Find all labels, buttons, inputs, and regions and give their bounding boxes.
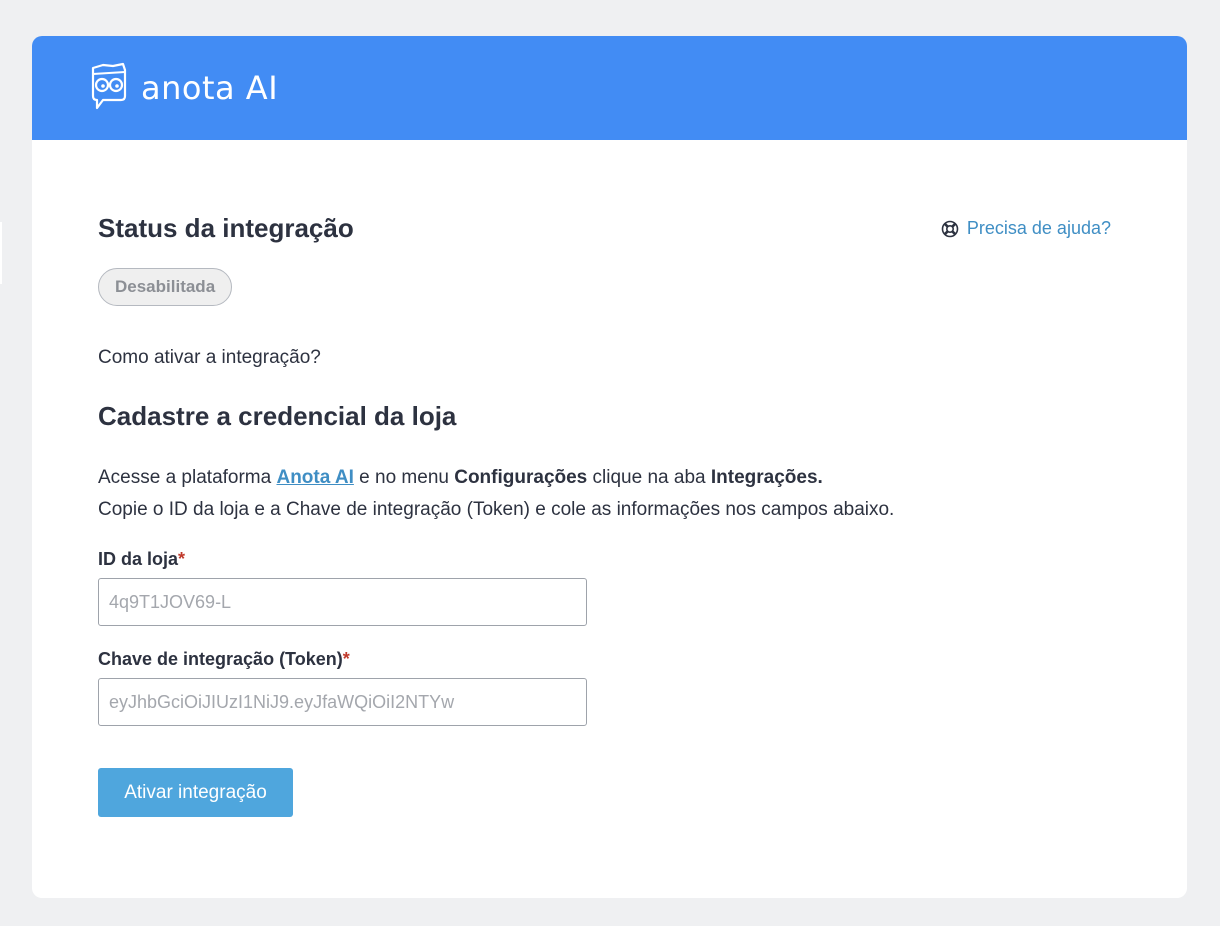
token-label: Chave de integração (Token)* bbox=[98, 649, 350, 669]
store-id-group: ID da loja* bbox=[98, 548, 1187, 626]
token-label-text: Chave de integração (Token) bbox=[98, 649, 343, 669]
anota-ai-link[interactable]: Anota AI bbox=[276, 467, 353, 488]
brand-logo: anota AI bbox=[87, 62, 278, 114]
store-id-label-text: ID da loja bbox=[98, 549, 179, 569]
instr-config: Configurações bbox=[454, 467, 588, 488]
main-content: Status da integração Precisa de ajuda? D… bbox=[32, 140, 1187, 817]
store-id-input[interactable] bbox=[98, 578, 587, 626]
instr-mid1: e no menu bbox=[353, 467, 455, 488]
status-badge: Desabilitada bbox=[98, 268, 233, 306]
required-mark: * bbox=[178, 549, 186, 569]
credential-subtitle: Cadastre a credencial da loja bbox=[98, 401, 457, 431]
help-link-label[interactable]: Precisa de ajuda? bbox=[967, 218, 1111, 239]
instr-mid2: clique na aba bbox=[587, 467, 711, 488]
how-to-activate-text: Como ativar a integração? bbox=[98, 347, 321, 368]
integration-card: anota AI Status da integração Precisa de… bbox=[32, 36, 1187, 898]
token-group: Chave de integração (Token)* bbox=[98, 648, 1187, 726]
store-id-label: ID da loja* bbox=[98, 549, 185, 569]
brand-name: anota AI bbox=[141, 69, 279, 107]
instructions-line-1: Acesse a plataforma Anota AI e no menu C… bbox=[98, 462, 1187, 494]
token-input[interactable] bbox=[98, 678, 587, 726]
activate-integration-button[interactable]: Ativar integração bbox=[98, 768, 293, 817]
instructions: Acesse a plataforma Anota AI e no menu C… bbox=[98, 462, 1187, 526]
header-bar: anota AI bbox=[32, 36, 1187, 140]
lifebuoy-icon bbox=[941, 220, 959, 237]
help-link[interactable]: Precisa de ajuda? bbox=[941, 218, 1111, 239]
required-mark: * bbox=[342, 649, 350, 669]
instr-integracoes: Integrações. bbox=[710, 467, 823, 488]
owl-chat-icon bbox=[91, 62, 127, 110]
instr-prefix: Acesse a plataforma bbox=[98, 467, 277, 488]
instructions-line-2: Copie o ID da loja e a Chave de integraç… bbox=[98, 499, 895, 520]
window-edge-marker bbox=[0, 222, 2, 284]
